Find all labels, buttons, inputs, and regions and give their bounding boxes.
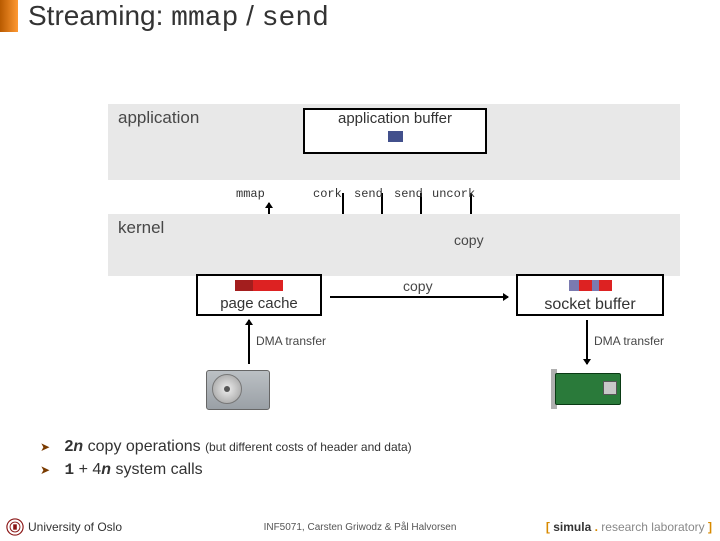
pagecache-to-socket-arrow-icon [330,296,508,298]
network-card-icon [555,373,627,413]
socket-buffer-box: socket buffer [516,274,664,316]
b2-num1: 1 [65,461,75,479]
bullet-1: ➤ 2n copy operations (but different cost… [40,438,412,456]
copy-label-2: copy [403,278,433,294]
cork-call-label: cork [313,187,342,201]
b1-small: (but different costs of header and data) [205,440,412,454]
application-buffer-label: application buffer [305,110,485,127]
footer: University of Oslo INF5071, Carsten Griw… [0,518,720,540]
dma-left-label: DMA transfer [256,334,326,348]
accent-bar [0,0,18,32]
page-cache-data2-icon [253,280,283,291]
page-cache-label: page cache [198,295,320,312]
socket-data1-icon [579,280,592,291]
socket-hdr2-icon [592,280,599,291]
footer-brand: [ simula . research laboratory ] [546,520,712,534]
dma-left-arrow-icon [248,320,250,364]
b2-rest: system calls [116,461,203,478]
dma-right-arrow-icon [586,320,588,364]
socket-hdr1-icon [569,280,579,291]
page-cache-data1-icon [235,280,253,291]
bullet-arrow-icon: ➤ [40,463,50,477]
b1-rest: copy operations [88,438,205,455]
b1-n: n [73,438,83,455]
title-fn1: mmap [171,3,238,34]
page-cache-box: page cache [196,274,322,316]
socket-data2-icon [599,280,612,291]
mmap-call-label: mmap [236,187,265,201]
brand-name: simula [553,520,591,534]
uncork-call-label: uncork [432,187,475,201]
title-sep: / [238,0,261,31]
send2-call-label: send [394,187,423,201]
brand-close: ] [708,520,712,534]
copy-label-1: copy [454,232,484,248]
socket-buffer-label: socket buffer [518,296,662,314]
brand-dot: . [591,520,601,534]
brand-rest: research laboratory [601,520,708,534]
send1-call-label: send [354,187,383,201]
bullet-arrow-icon: ➤ [40,440,50,454]
application-label: application [118,108,199,128]
title-prefix: Streaming: [28,0,171,31]
b2-mid: + 4 [74,461,101,478]
title-fn2: send [262,3,329,34]
page-title: Streaming: mmap / send [28,0,329,34]
application-buffer-box: application buffer [303,108,487,154]
data-chunk-icon [388,131,403,142]
kernel-label: kernel [118,218,164,238]
hard-disk-icon [206,370,274,414]
dma-right-label: DMA transfer [594,334,664,348]
bullet-2: ➤ 1 + 4n system calls [40,461,203,479]
kernel-layer: kernel [108,214,680,276]
b2-n: n [101,461,111,478]
